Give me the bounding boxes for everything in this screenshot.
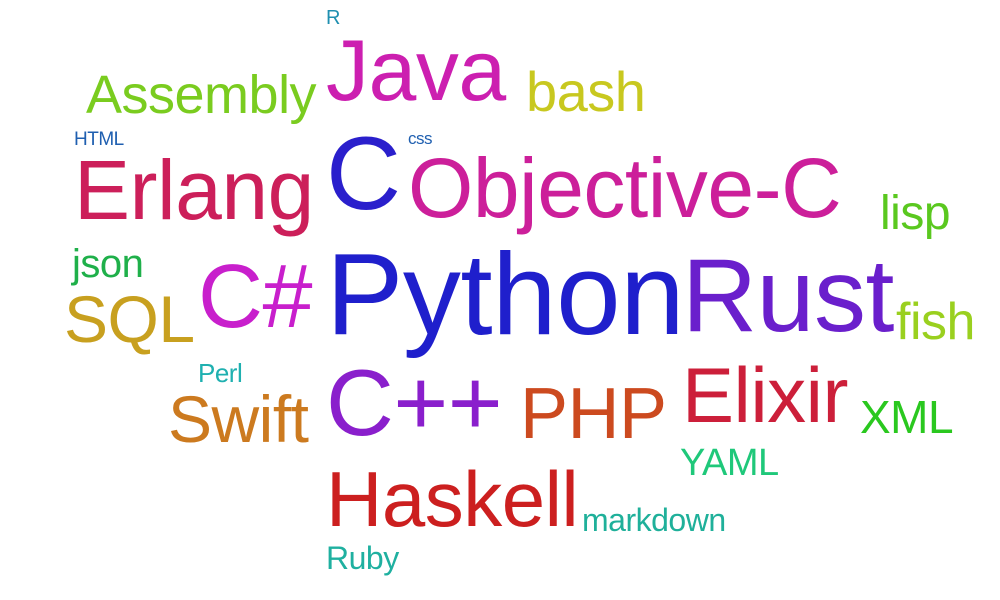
word-sql: SQL <box>64 282 195 356</box>
word-bash: bash <box>526 60 646 123</box>
word-assembly: Assembly <box>86 65 317 125</box>
word-objective-c: Objective-C <box>408 141 842 235</box>
word-swift: Swift <box>168 382 309 456</box>
word-yaml: YAML <box>680 442 779 484</box>
word-markdown: markdown <box>582 502 726 538</box>
word-cpp: C++ <box>326 350 503 455</box>
word-cloud: R Java Assembly bash HTML css C Erlang O… <box>0 0 1000 600</box>
word-python: Python <box>326 229 685 359</box>
word-c: C <box>326 116 401 232</box>
word-csharp: C# <box>198 247 313 347</box>
word-fish: fish <box>896 293 975 351</box>
word-lisp: lisp <box>880 187 951 240</box>
word-json: json <box>72 242 144 286</box>
word-haskell: Haskell <box>326 455 579 543</box>
word-java: Java <box>326 23 506 119</box>
word-xml: XML <box>860 391 954 443</box>
word-erlang: Erlang <box>74 143 314 237</box>
word-php: PHP <box>520 374 667 454</box>
word-elixir: Elixir <box>682 351 849 439</box>
word-rust: Rust <box>682 238 894 354</box>
word-ruby: Ruby <box>326 540 399 576</box>
